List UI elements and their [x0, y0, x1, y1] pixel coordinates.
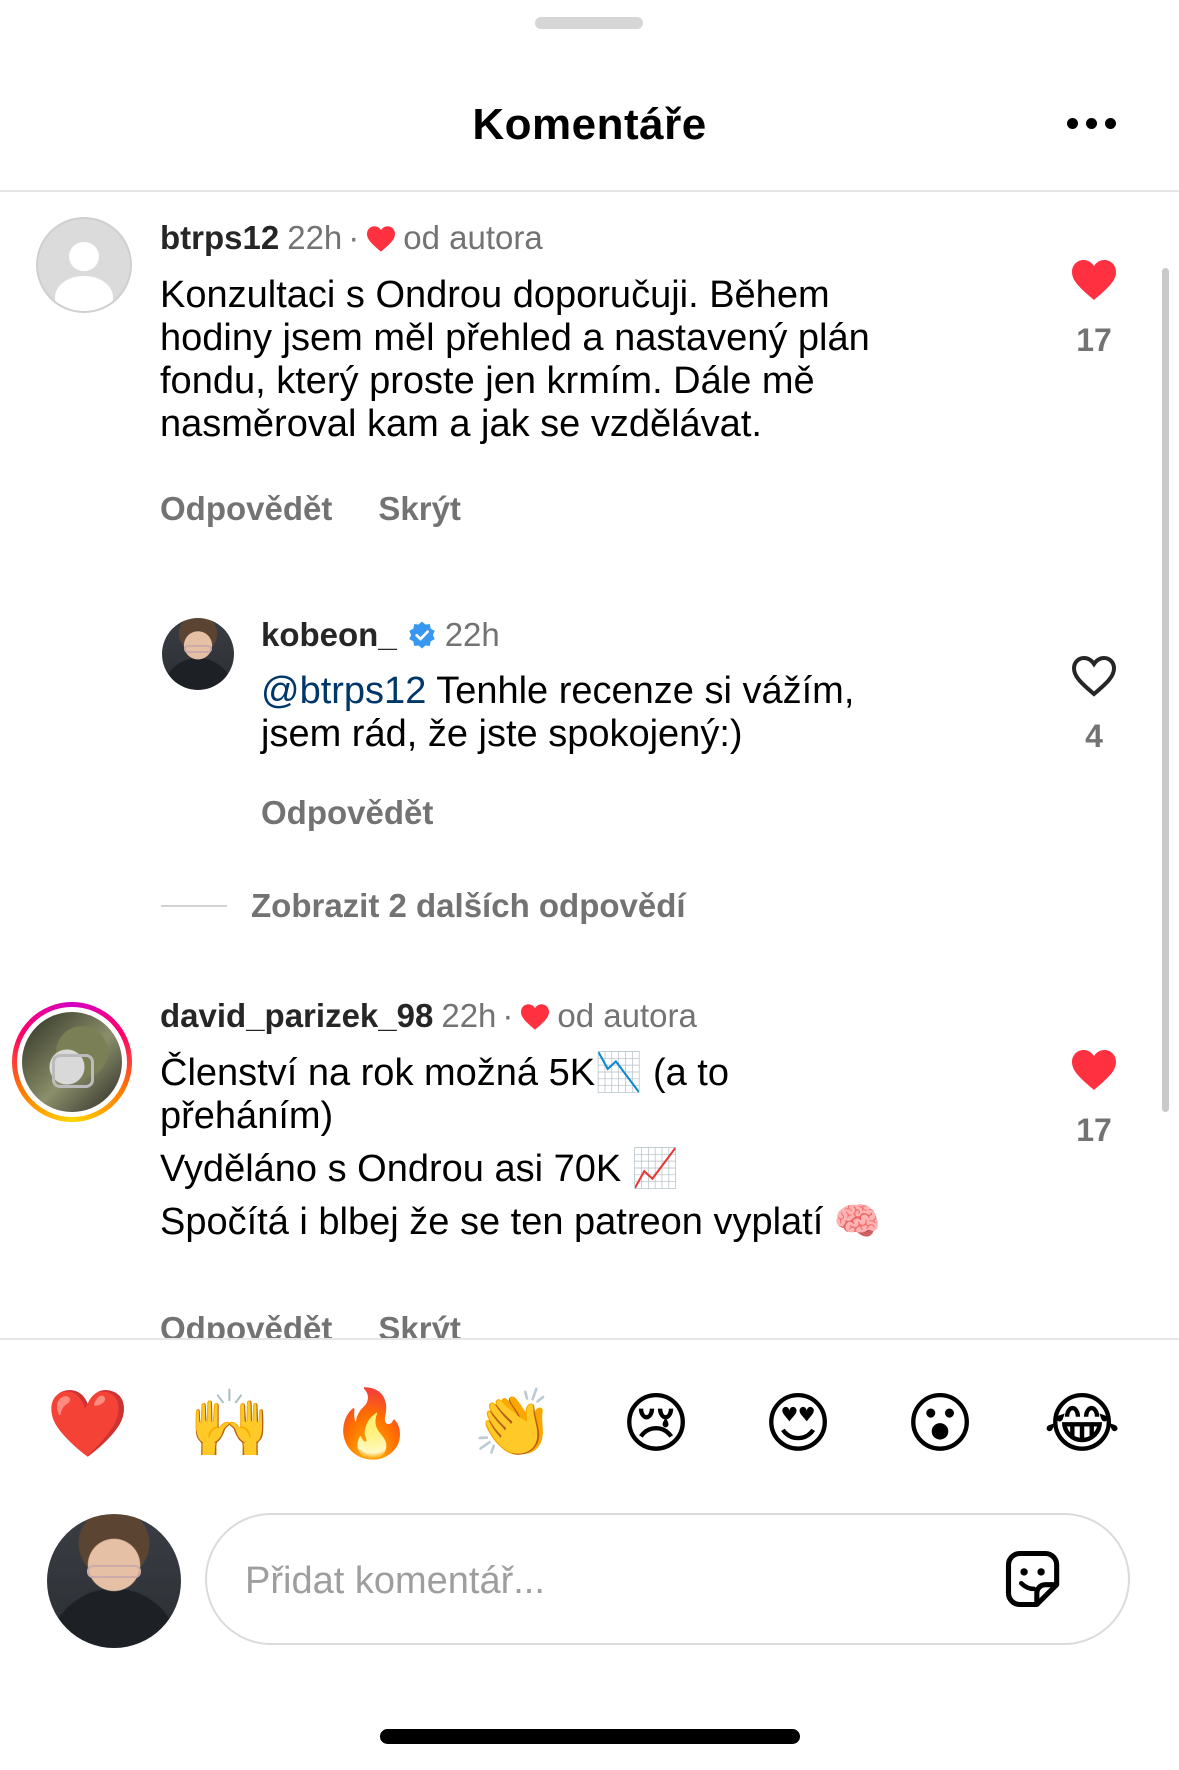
timestamp: 22h — [441, 997, 497, 1034]
home-indicator — [380, 1729, 800, 1744]
username[interactable]: david_parizek_98 — [160, 997, 433, 1034]
comment-item: david_parizek_98 22h · od autora Členství n… — [0, 997, 1179, 1338]
comment-text-line: Vyděláno s Ondrou asi 70K 📈 — [160, 1148, 680, 1190]
author-liked-label: od autora — [403, 219, 543, 256]
mention-link[interactable]: @btrps12 — [261, 670, 426, 712]
hide-button[interactable]: Skrýt — [378, 1310, 461, 1338]
reply-button[interactable]: Odpovědět — [160, 1310, 332, 1338]
comment-text-line: Členství na rok možná 5K📉 (a to — [160, 1052, 729, 1094]
reaction-laughing[interactable]: 😂 — [1037, 1378, 1127, 1468]
current-user-avatar — [47, 1514, 181, 1648]
comment-text: @btrps12 Tenhle recenze si vážím, jsem r… — [261, 670, 961, 756]
comment-text-line: přeháním) — [160, 1095, 334, 1137]
sheet-grabber[interactable] — [535, 17, 643, 29]
comment-text-line: fondu, který proste jen krmím. Dále mě — [160, 360, 815, 402]
comment-text-part: Tenhle recenze si vážím, — [436, 670, 855, 712]
reaction-clap[interactable]: 👏 — [469, 1378, 559, 1468]
comment-text: Konzultaci s Ondrou doporučuji. Během ho… — [160, 274, 960, 446]
like-column: 17 — [1054, 1048, 1134, 1149]
reaction-heart[interactable]: ❤️ — [43, 1378, 133, 1468]
avatar[interactable] — [36, 217, 132, 313]
more-horizontal-icon[interactable] — [1067, 118, 1117, 130]
avatar[interactable] — [162, 618, 234, 690]
hide-button[interactable]: Skrýt — [378, 490, 461, 527]
replies-divider-line — [161, 905, 227, 907]
view-more-replies-label: Zobrazit 2 dalších odpovědí — [251, 887, 686, 924]
verified-badge-icon — [408, 621, 435, 649]
divider — [0, 1338, 1179, 1340]
like-count: 17 — [1076, 1112, 1112, 1148]
heart-icon — [521, 1004, 550, 1030]
heart-filled-icon[interactable] — [1070, 258, 1118, 302]
timestamp: 22h — [444, 616, 500, 653]
comment-text-line: Spočítá i blbej že se ten patreon vyplat… — [160, 1201, 882, 1243]
comment-text: Členství na rok možná 5K📉 (a to přeháním… — [160, 1052, 1020, 1244]
quick-reactions-bar: ❤️ 🙌 🔥 👏 😢 😍 😮 😂 — [0, 1378, 1179, 1468]
separator: · — [348, 219, 360, 256]
comment-composer — [205, 1513, 1130, 1645]
comment-actions: Odpovědět — [261, 794, 433, 832]
heart-outline-icon[interactable] — [1070, 654, 1118, 698]
story-ring[interactable] — [12, 1002, 132, 1122]
like-count: 4 — [1085, 718, 1103, 754]
comment-actions: Odpovědět Skrýt — [160, 490, 461, 528]
comment-meta: david_parizek_98 22h · od autora — [160, 997, 697, 1035]
view-more-replies-button[interactable]: Zobrazit 2 dalších odpovědí — [161, 887, 686, 925]
reaction-crying[interactable]: 😢 — [611, 1378, 701, 1468]
page-title: Komentáře — [472, 100, 707, 149]
timestamp: 22h — [287, 219, 343, 256]
comments-list[interactable]: btrps12 22h · od autora Konzultaci s Ondrou… — [0, 192, 1179, 1338]
comments-sheet: Komentáře btrps12 22h · od autora Konzultac… — [0, 0, 1179, 1770]
like-count: 17 — [1076, 322, 1112, 358]
like-column: 4 — [1054, 654, 1134, 755]
reply-item: kobeon_ 22h @btrps12 Tenhle recenze si vá… — [0, 612, 1179, 852]
comment-input[interactable] — [245, 1555, 945, 1607]
reply-button[interactable]: Odpovědět — [261, 794, 433, 831]
comment-text-line: hodiny jsem měl přehled a nastavený plán — [160, 317, 870, 359]
comment-text-line: @btrps12 Tenhle recenze si vážím, — [261, 670, 961, 713]
comment-text-line: jsem rád, že jste spokojený:) — [261, 713, 743, 755]
comment-actions: Odpovědět Skrýt — [160, 1310, 461, 1338]
sticker-icon[interactable] — [1000, 1545, 1068, 1613]
comment-item: btrps12 22h · od autora Konzultaci s Ondrou… — [0, 192, 1179, 527]
scrollbar[interactable] — [1162, 268, 1169, 1112]
reaction-fire[interactable]: 🔥 — [327, 1378, 417, 1468]
heart-filled-icon[interactable] — [1070, 1048, 1118, 1092]
comment-meta: kobeon_ 22h — [261, 616, 500, 654]
separator: · — [502, 997, 514, 1034]
reaction-raising-hands[interactable]: 🙌 — [185, 1378, 275, 1468]
reaction-heart-eyes[interactable]: 😍 — [753, 1378, 843, 1468]
like-column: 17 — [1054, 258, 1134, 359]
comment-text-line: Konzultaci s Ondrou doporučuji. Během — [160, 274, 830, 316]
reaction-surprised[interactable]: 😮 — [895, 1378, 985, 1468]
author-liked-label: od autora — [557, 997, 697, 1034]
comment-meta: btrps12 22h · od autora — [160, 219, 543, 257]
comment-text-line: nasměroval kam a jak se vzdělávat. — [160, 403, 762, 445]
username[interactable]: kobeon_ — [261, 616, 397, 653]
header: Komentáře — [0, 60, 1179, 190]
reply-button[interactable]: Odpovědět — [160, 490, 332, 527]
heart-icon — [367, 226, 396, 252]
avatar — [22, 1012, 122, 1112]
username[interactable]: btrps12 — [160, 219, 279, 256]
